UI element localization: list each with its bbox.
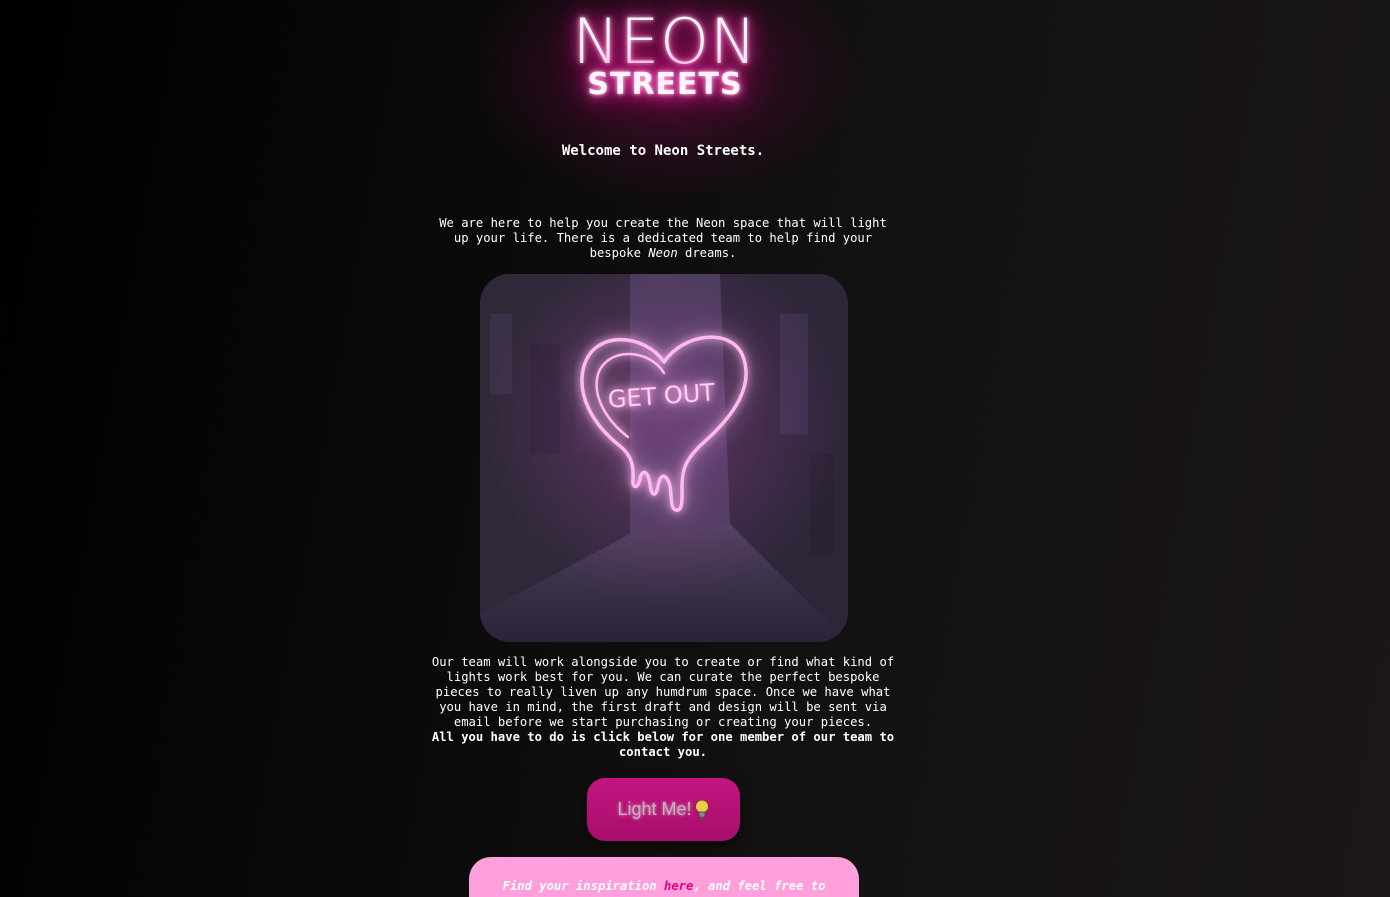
- inspiration-text-end: , and feel free to: [693, 879, 826, 893]
- inspiration-text: Find your inspiration here, and feel fre…: [469, 877, 859, 895]
- hero-image: GET OUT: [480, 274, 848, 642]
- inspiration-text-start: Find your inspiration: [502, 879, 664, 893]
- intro-paragraph: We are here to help you create the Neon …: [430, 216, 896, 261]
- light-me-button[interactable]: Light Me!: [587, 778, 740, 841]
- neon-streets-logo: NEON STREETS: [540, 6, 790, 100]
- welcome-heading: Welcome to Neon Streets.: [561, 143, 765, 159]
- cta-instruction: All you have to do is click below for on…: [431, 730, 895, 759]
- description-text: Our team will work alongside you to crea…: [430, 655, 896, 760]
- intro-text-end: dreams.: [677, 246, 737, 260]
- light-me-label: Light Me!: [617, 799, 692, 819]
- intro-emphasis: Neon: [648, 246, 678, 260]
- description-paragraph: Our team will work alongside you to crea…: [431, 655, 895, 729]
- inspiration-link[interactable]: here: [664, 879, 693, 893]
- inspiration-box: Find your inspiration here, and feel fre…: [469, 857, 859, 897]
- light-bulb-icon: [694, 799, 710, 821]
- neon-heart-alley-illustration: GET OUT: [480, 274, 848, 642]
